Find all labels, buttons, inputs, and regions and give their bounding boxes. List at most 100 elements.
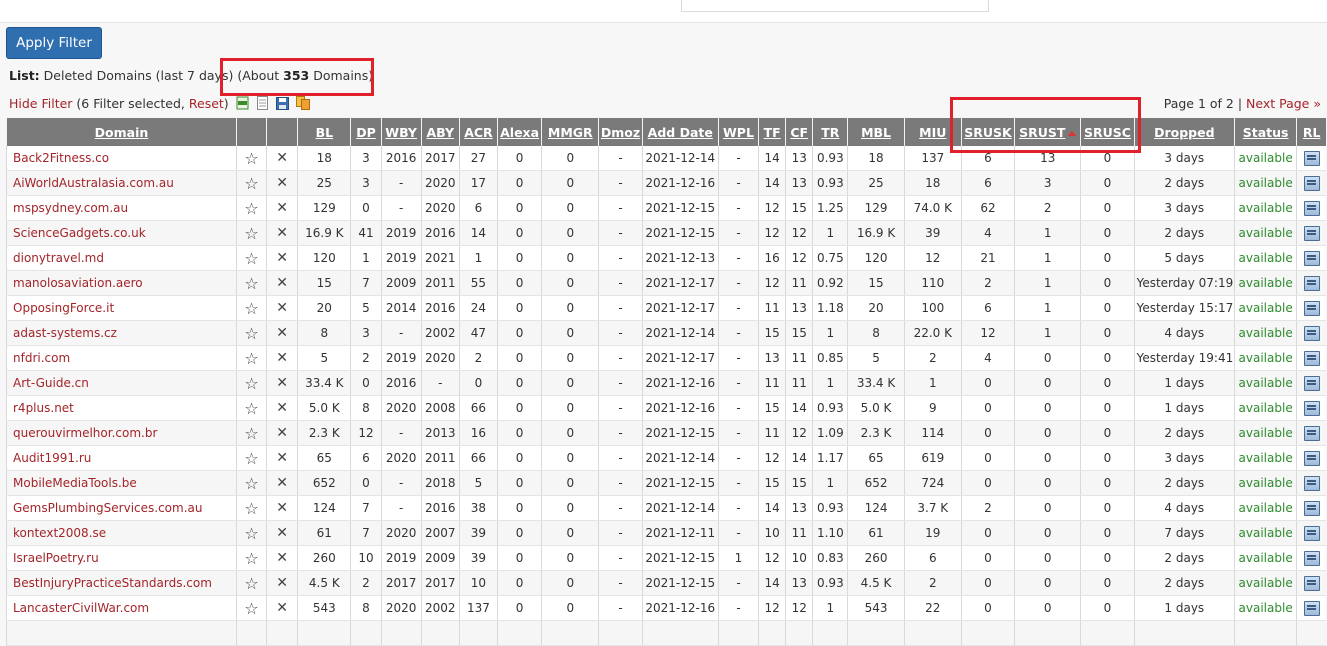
domain-link[interactable]: Audit1991.ru <box>6 445 237 471</box>
remove-close-icon[interactable]: ✕ <box>266 345 298 371</box>
rl-cell[interactable] <box>1296 395 1326 421</box>
report-icon[interactable] <box>1303 350 1320 366</box>
column-header-mmgr[interactable]: MMGR <box>541 118 599 146</box>
rl-cell[interactable] <box>1296 195 1326 221</box>
report-icon[interactable] <box>1303 400 1320 416</box>
report-icon[interactable] <box>1303 575 1320 591</box>
column-header-wby[interactable]: WBY <box>380 118 422 146</box>
domain-link[interactable]: manolosaviation.aero <box>6 270 237 296</box>
next-page-link[interactable]: Next Page » <box>1246 96 1321 111</box>
column-header-wpl[interactable]: WPL <box>717 118 759 146</box>
remove-close-icon[interactable]: ✕ <box>266 545 298 571</box>
report-icon[interactable] <box>1303 275 1320 291</box>
column-header-mbl[interactable]: MBL <box>847 118 905 146</box>
domain-link[interactable]: r4plus.net <box>6 395 237 421</box>
domain-link[interactable]: nfdri.com <box>6 345 237 371</box>
report-icon[interactable] <box>1303 225 1320 241</box>
domain-link[interactable]: BestInjuryPracticeStandards.com <box>6 570 237 596</box>
favorite-star-icon[interactable]: ☆ <box>235 270 267 296</box>
rl-cell[interactable] <box>1296 420 1326 446</box>
domain-link[interactable] <box>6 620 237 646</box>
column-header-tr[interactable]: TR <box>812 118 848 146</box>
column-header-bl[interactable]: BL <box>297 118 351 146</box>
remove-close-icon[interactable] <box>266 620 298 646</box>
domain-link[interactable]: OpposingForce.it <box>6 295 237 321</box>
column-header-cf[interactable]: CF <box>785 118 813 146</box>
report-icon[interactable] <box>1303 250 1320 266</box>
domain-link[interactable]: IsraelPoetry.ru <box>6 545 237 571</box>
favorite-star-icon[interactable]: ☆ <box>235 595 267 621</box>
column-header-acr[interactable]: ACR <box>458 118 498 146</box>
rl-cell[interactable] <box>1296 370 1326 396</box>
favorite-star-icon[interactable]: ☆ <box>235 170 267 196</box>
favorite-star-icon[interactable]: ☆ <box>235 146 267 171</box>
report-icon[interactable] <box>1303 300 1320 316</box>
domain-link[interactable]: GemsPlumbingServices.com.au <box>6 495 237 521</box>
report-icon[interactable] <box>1303 425 1320 441</box>
favorite-star-icon[interactable]: ☆ <box>235 295 267 321</box>
copy-icon[interactable] <box>295 96 310 110</box>
favorite-star-icon[interactable] <box>235 620 267 646</box>
favorite-star-icon[interactable]: ☆ <box>235 345 267 371</box>
rl-cell[interactable] <box>1296 495 1326 521</box>
remove-close-icon[interactable]: ✕ <box>266 195 298 221</box>
column-header-add-date[interactable]: Add Date <box>641 118 719 146</box>
remove-close-icon[interactable]: ✕ <box>266 520 298 546</box>
rl-cell[interactable] <box>1296 545 1326 571</box>
domain-link[interactable]: Back2Fitness.co <box>6 146 237 171</box>
report-icon[interactable] <box>1303 375 1320 391</box>
column-header-dropped[interactable]: Dropped <box>1133 118 1235 146</box>
remove-close-icon[interactable]: ✕ <box>266 245 298 271</box>
remove-close-icon[interactable]: ✕ <box>266 570 298 596</box>
column-header-alexa[interactable]: Alexa <box>497 118 542 146</box>
rl-cell[interactable] <box>1296 295 1326 321</box>
report-icon[interactable] <box>1303 150 1320 166</box>
remove-close-icon[interactable]: ✕ <box>266 420 298 446</box>
report-icon[interactable] <box>1303 475 1320 491</box>
domain-link[interactable]: kontext2008.se <box>6 520 237 546</box>
rl-cell[interactable] <box>1296 620 1326 646</box>
favorite-star-icon[interactable]: ☆ <box>235 520 267 546</box>
report-icon[interactable] <box>1303 450 1320 466</box>
report-icon[interactable] <box>1303 500 1320 516</box>
remove-close-icon[interactable]: ✕ <box>266 170 298 196</box>
favorite-star-icon[interactable]: ☆ <box>235 495 267 521</box>
rl-cell[interactable] <box>1296 520 1326 546</box>
remove-close-icon[interactable]: ✕ <box>266 495 298 521</box>
remove-close-icon[interactable]: ✕ <box>266 370 298 396</box>
favorite-star-icon[interactable]: ☆ <box>235 370 267 396</box>
rl-cell[interactable] <box>1296 270 1326 296</box>
rl-cell[interactable] <box>1296 345 1326 371</box>
column-header-dmoz[interactable]: Dmoz <box>598 118 643 146</box>
domain-link[interactable]: ScienceGadgets.co.uk <box>6 220 237 246</box>
remove-close-icon[interactable]: ✕ <box>266 595 298 621</box>
favorite-star-icon[interactable]: ☆ <box>235 320 267 346</box>
remove-close-icon[interactable]: ✕ <box>266 295 298 321</box>
remove-close-icon[interactable]: ✕ <box>266 445 298 471</box>
rl-cell[interactable] <box>1296 445 1326 471</box>
domain-link[interactable]: dionytravel.md <box>6 245 237 271</box>
column-header-aby[interactable]: ABY <box>420 118 460 146</box>
favorite-star-icon[interactable]: ☆ <box>235 420 267 446</box>
reset-link[interactable]: Reset <box>189 96 224 111</box>
remove-close-icon[interactable]: ✕ <box>266 470 298 496</box>
report-icon[interactable] <box>1303 600 1320 616</box>
column-header-dp[interactable]: DP <box>350 118 382 146</box>
hide-filter-link[interactable]: Hide Filter <box>9 96 72 111</box>
favorite-star-icon[interactable]: ☆ <box>235 245 267 271</box>
domain-link[interactable]: AiWorldAustralasia.com.au <box>6 170 237 196</box>
remove-close-icon[interactable]: ✕ <box>266 270 298 296</box>
rl-cell[interactable] <box>1296 170 1326 196</box>
remove-close-icon[interactable]: ✕ <box>266 220 298 246</box>
remove-close-icon[interactable]: ✕ <box>266 320 298 346</box>
domain-link[interactable]: querouvirmelhor.com.br <box>6 420 237 446</box>
rl-cell[interactable] <box>1296 470 1326 496</box>
csv-export-icon[interactable] <box>236 96 249 110</box>
favorite-star-icon[interactable]: ☆ <box>235 570 267 596</box>
column-header-status[interactable]: Status <box>1233 118 1297 146</box>
apply-filter-button[interactable]: Apply Filter <box>6 27 102 59</box>
save-icon[interactable] <box>275 96 289 110</box>
domain-link[interactable]: mspsydney.com.au <box>6 195 237 221</box>
report-icon[interactable] <box>1303 550 1320 566</box>
report-icon[interactable] <box>1303 325 1320 341</box>
